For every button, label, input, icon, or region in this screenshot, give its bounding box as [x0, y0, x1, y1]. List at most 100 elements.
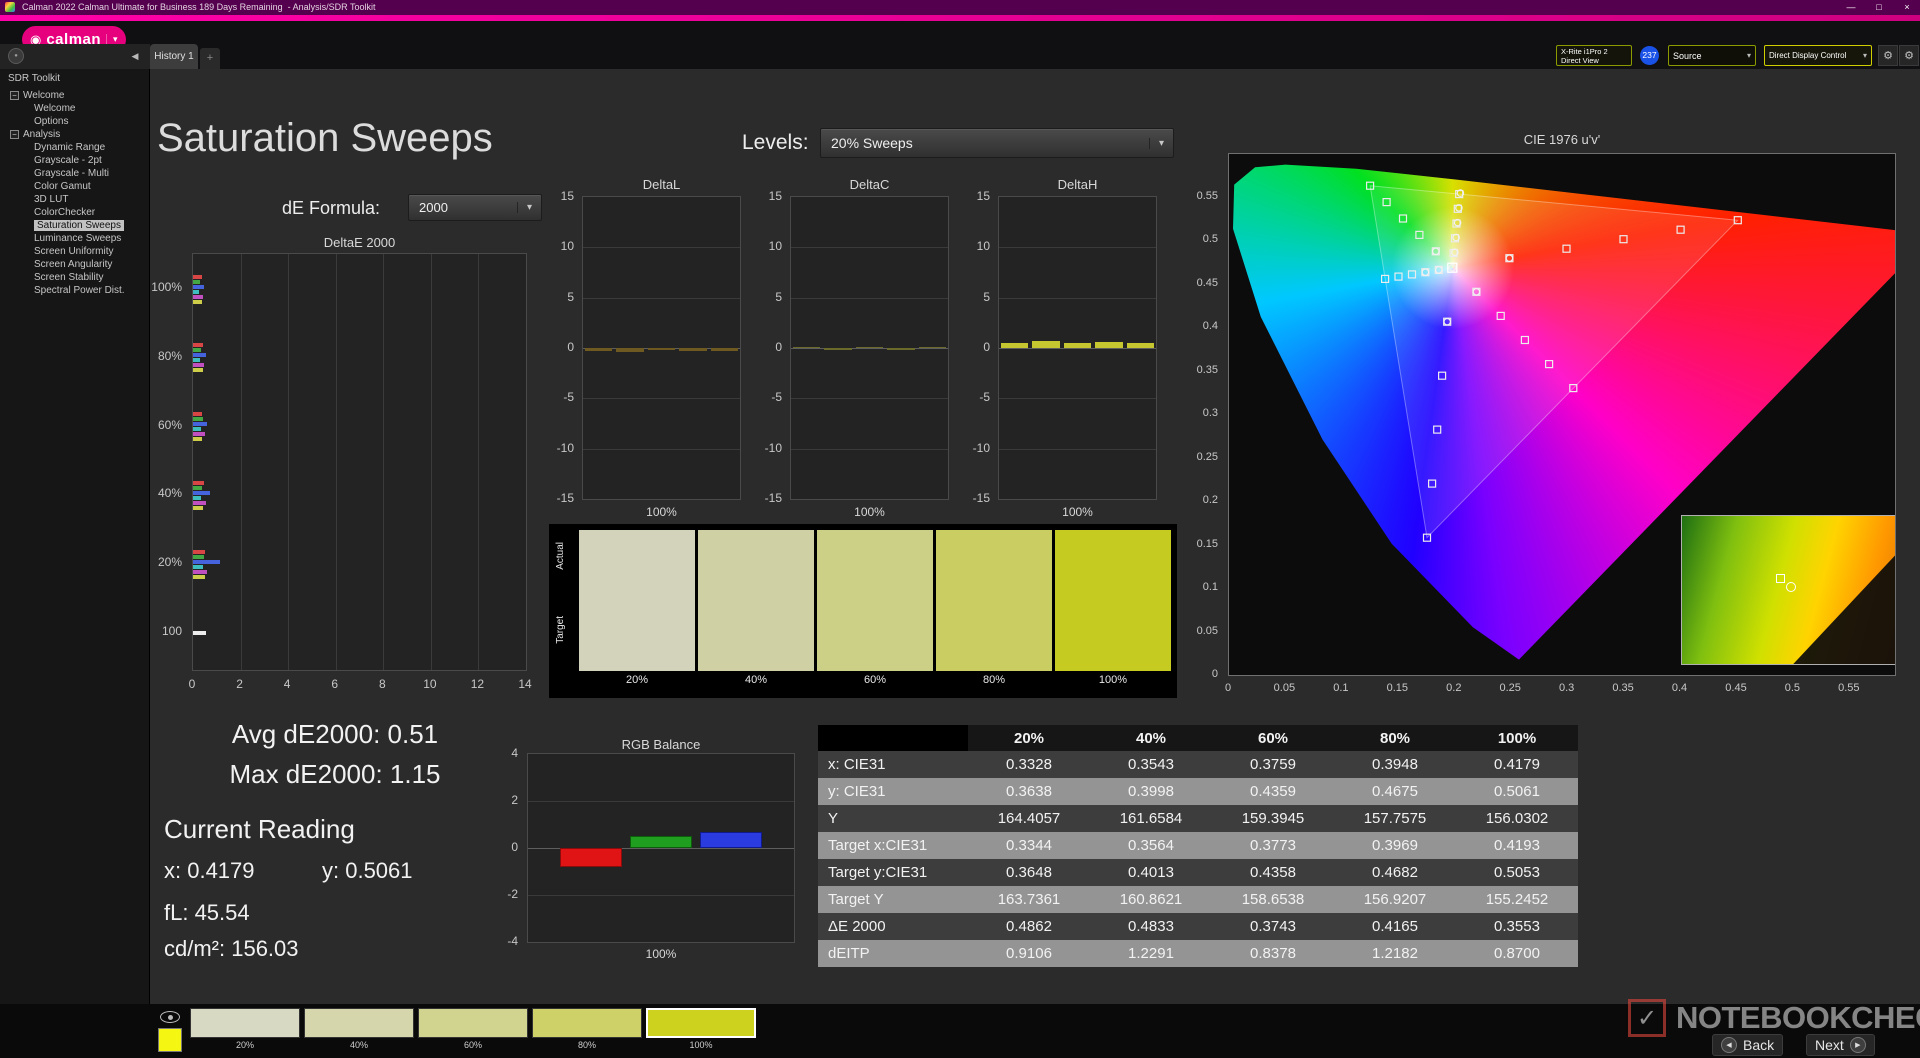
source-dropdown[interactable]: Source ▾ — [1668, 45, 1756, 66]
tab-history-1[interactable]: History 1 — [150, 44, 198, 69]
table-value-cell: 0.3553 — [1456, 913, 1578, 940]
reading-x: x: 0.4179 — [164, 858, 255, 884]
gridline — [999, 348, 1156, 349]
axis-tick-label: 0.05 — [1197, 625, 1218, 637]
de-formula-label: dE Formula: — [282, 198, 380, 219]
close-button[interactable]: × — [1894, 0, 1920, 15]
table-value-cell: 0.4862 — [968, 913, 1090, 940]
target-row-label: Target — [555, 616, 566, 644]
actual-row-label: Actual — [555, 542, 566, 570]
sidebar-item-8-3d-lut[interactable]: 3D LUT — [0, 193, 150, 206]
reading-cdm2: cd/m²: 156.03 — [164, 936, 299, 962]
sidebar-item-7-color-gamut[interactable]: Color Gamut — [0, 180, 150, 193]
de-formula-value: 2000 — [409, 200, 517, 215]
sidebar-item-15-spectral-power-dist[interactable]: Spectral Power Dist. — [0, 284, 150, 297]
cie-zoom-inset — [1681, 515, 1896, 665]
next-button[interactable]: Next ▶ — [1806, 1034, 1875, 1056]
table-value-cell: 158.6538 — [1212, 886, 1334, 913]
deltac-plot — [790, 196, 949, 500]
delta-bar — [616, 348, 643, 352]
collapse-sidebar-icon[interactable]: ◀ — [127, 48, 143, 64]
sidebar-item-13-screen-angularity[interactable]: Screen Angularity — [0, 258, 150, 271]
sidebar-item-3-analysis[interactable]: −Analysis — [0, 128, 150, 141]
app-icon — [5, 2, 15, 12]
collapse-minus-icon[interactable]: − — [10, 91, 19, 100]
sidebar-item-5-grayscale-2pt[interactable]: Grayscale - 2pt — [0, 154, 150, 167]
filmstrip-thumb-60[interactable]: 60% — [418, 1008, 528, 1054]
axis-tick-label: 8 — [379, 677, 386, 691]
table-row-label: Target Y — [818, 886, 968, 913]
meter-selector-button[interactable]: X-Rite i1Pro 2 Direct View — [1556, 45, 1632, 66]
new-tab-button[interactable]: + — [200, 48, 220, 69]
table-value-cell: 161.6584 — [1090, 805, 1212, 832]
filmstrip-thumb-80[interactable]: 80% — [532, 1008, 642, 1054]
gridline — [999, 298, 1156, 299]
sidebar-item-1-welcome[interactable]: Welcome — [0, 102, 150, 115]
next-arrow-icon: ▶ — [1850, 1037, 1866, 1053]
sidebar-item-6-grayscale-multi[interactable]: Grayscale - Multi — [0, 167, 150, 180]
sidebar-item-label: ColorChecker — [34, 207, 95, 218]
filmstrip-thumb-40[interactable]: 40% — [304, 1008, 414, 1054]
sidebar-item-9-colorchecker[interactable]: ColorChecker — [0, 206, 150, 219]
table-value-cell: 0.3344 — [968, 832, 1090, 859]
sidebar-item-0-welcome[interactable]: −Welcome — [0, 89, 150, 102]
delta-e-bar — [193, 575, 205, 579]
axis-tick-label: 0.05 — [1274, 682, 1295, 694]
settings-gear-button[interactable]: ⚙ — [1878, 45, 1898, 66]
table-value-cell: 0.3773 — [1212, 832, 1334, 859]
sidebar-item-10-saturation-sweeps[interactable]: Saturation Sweeps — [0, 219, 150, 232]
workflow-tree: −WelcomeWelcomeOptions−AnalysisDynamic R… — [0, 89, 150, 297]
settings-gear-button-2[interactable]: ⚙ — [1899, 45, 1919, 66]
levels-dropdown[interactable]: 20% Sweeps ▾ — [820, 128, 1174, 158]
table-value-cell: 0.5053 — [1456, 859, 1578, 886]
delta-e-bar — [193, 280, 200, 284]
table-value-cell: 0.3328 — [968, 751, 1090, 778]
table-header-row: 20%40%60%80%100% — [818, 725, 1578, 751]
sidebar-item-label: Screen Stability — [34, 272, 103, 283]
axis-tick-label: 4 — [284, 677, 291, 691]
deltac-x-label: 100% — [790, 505, 949, 519]
axis-tick-label: -2 — [507, 887, 518, 901]
collapse-minus-icon[interactable]: − — [10, 130, 19, 139]
axis-tick-label: 0.15 — [1387, 682, 1408, 694]
swatch-label: 40% — [698, 674, 814, 686]
delta-e-bar — [193, 631, 206, 635]
levels-value: 20% Sweeps — [821, 135, 1149, 151]
display-control-dropdown[interactable]: Direct Display Control ▾ — [1764, 45, 1872, 66]
table-value-cell: 0.4682 — [1334, 859, 1456, 886]
axis-tick-label: 0.2 — [1446, 682, 1461, 694]
delta-e-bar — [193, 570, 207, 574]
cie-chart-title: CIE 1976 u'v' — [1228, 132, 1896, 147]
table-header-corner — [818, 725, 968, 751]
sidebar-item-12-screen-uniformity[interactable]: Screen Uniformity — [0, 245, 150, 258]
axis-tick-label: 5 — [983, 290, 990, 304]
sidebar-item-label: Welcome — [34, 103, 76, 114]
axis-tick-label: 0.4 — [1203, 320, 1218, 332]
max-de2000: Max dE2000: 1.15 — [150, 754, 520, 794]
deltal-title: DeltaL — [582, 177, 741, 192]
axis-tick-label: -15 — [765, 491, 782, 505]
workflow-menu-button[interactable]: ● — [8, 48, 24, 64]
sidebar-item-14-screen-stability[interactable]: Screen Stability — [0, 271, 150, 284]
sidebar-item-11-luminance-sweeps[interactable]: Luminance Sweeps — [0, 232, 150, 245]
maximize-button[interactable]: □ — [1866, 0, 1892, 15]
axis-tick-label: 60% — [158, 418, 182, 432]
delta-e-bar — [193, 412, 202, 416]
back-button[interactable]: ◀ Back — [1712, 1034, 1783, 1056]
minimize-button[interactable]: — — [1838, 0, 1864, 15]
sidebar-item-2-options[interactable]: Options — [0, 115, 150, 128]
axis-tick-label: 0 — [511, 840, 518, 854]
axis-tick-label: 0.3 — [1203, 407, 1218, 419]
meter-status-badge: 237 — [1640, 46, 1659, 65]
de-formula-dropdown[interactable]: 2000 ▾ — [408, 194, 542, 221]
cie-x-axis: 00.050.10.150.20.250.30.350.40.450.50.55 — [1228, 682, 1896, 698]
sidebar-item-4-dynamic-range[interactable]: Dynamic Range — [0, 141, 150, 154]
gridline — [999, 247, 1156, 248]
levels-label: Levels: — [742, 131, 809, 155]
filmstrip-thumb-100[interactable]: 100% — [646, 1008, 756, 1054]
delta-e-bar — [193, 290, 199, 294]
axis-tick-label: 0.45 — [1197, 277, 1218, 289]
gridline — [791, 398, 948, 399]
axis-tick-label: 12 — [471, 677, 484, 691]
filmstrip-thumb-20[interactable]: 20% — [190, 1008, 300, 1054]
